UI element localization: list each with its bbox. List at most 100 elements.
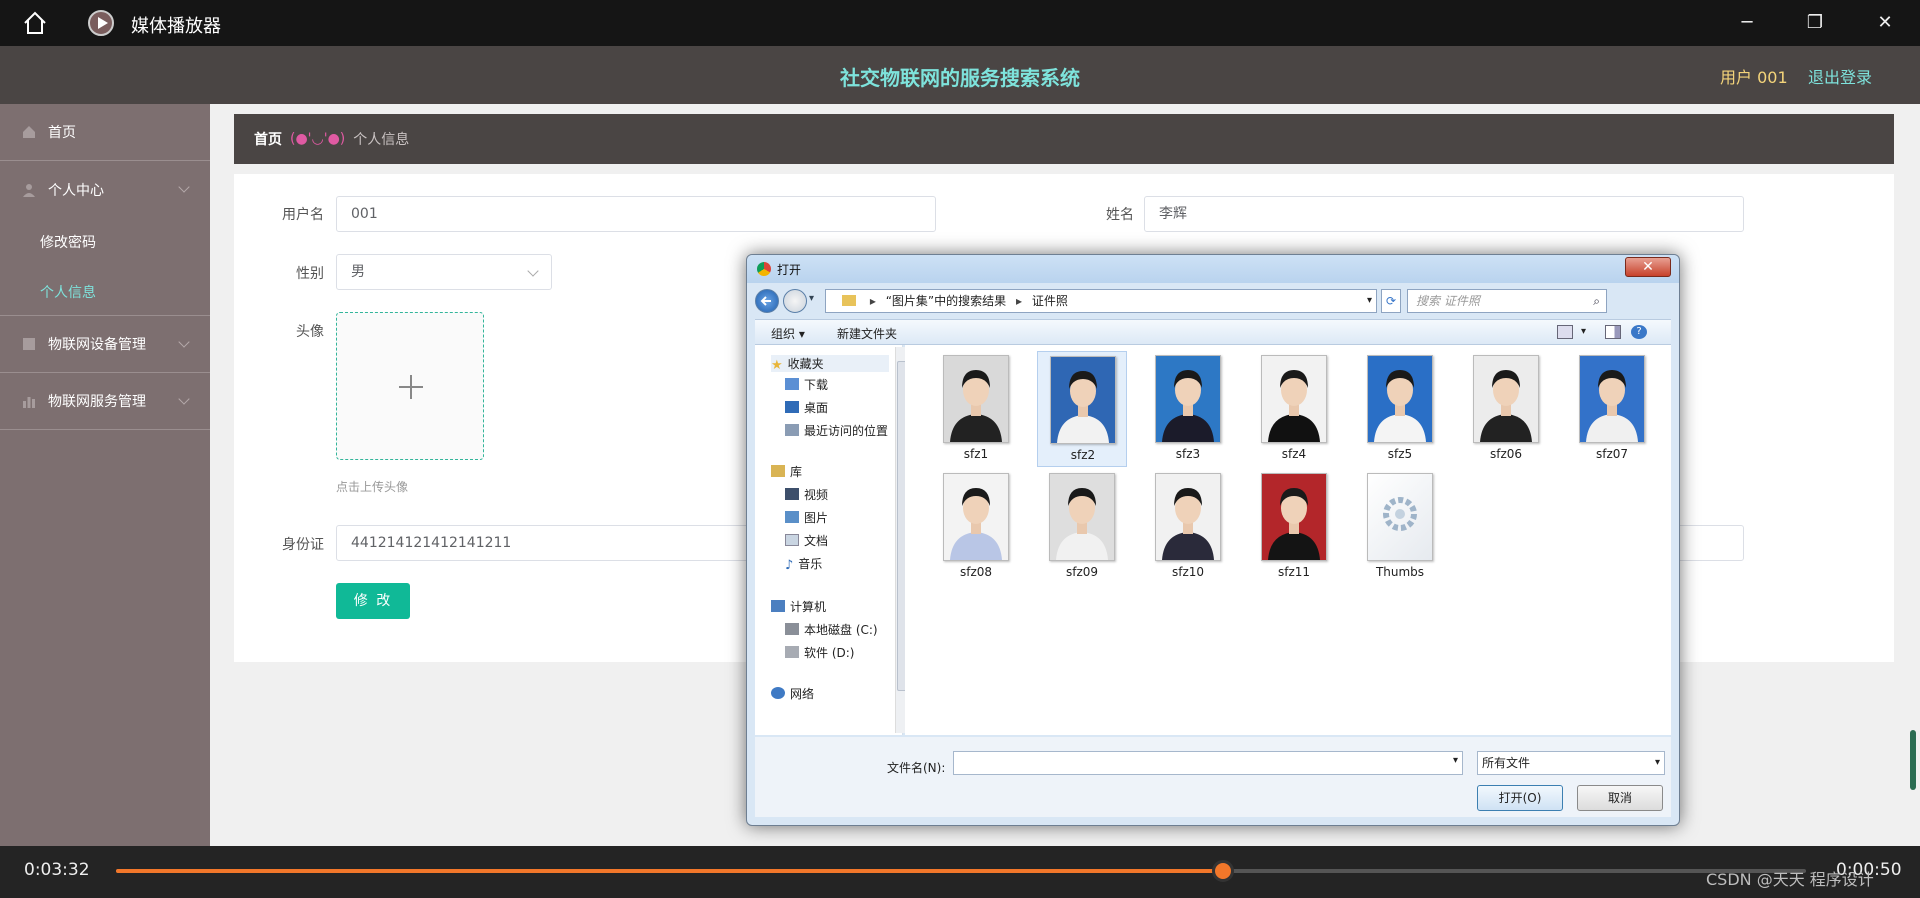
file-item[interactable]: sfz2 [1037,351,1127,467]
player-logo-icon [88,10,114,36]
sidebar-item-personal-center[interactable]: 个人中心 [0,161,210,218]
new-folder-button[interactable]: 新建文件夹 [837,325,897,342]
chevron-down-icon[interactable]: ▾ [1367,290,1372,312]
photo-thumbnail [1579,355,1645,443]
file-name: sfz10 [1171,565,1205,579]
chevron-down-icon [178,393,190,405]
nav-desktop[interactable]: 桌面 [785,399,828,416]
cancel-button[interactable]: 取消 [1577,785,1663,811]
name-input[interactable]: 李辉 [1144,196,1744,232]
username-input[interactable]: 001 [336,196,936,232]
minimize-icon[interactable]: ─ [1734,10,1760,36]
photo-thumbnail [1261,473,1327,561]
nav-videos[interactable]: 视频 [785,486,828,503]
watermark: CSDN @天天 程序设计 [1706,870,1874,889]
file-name: sfz07 [1595,447,1629,461]
sidebar-item-device-management[interactable]: 物联网设备管理 [0,316,210,373]
file-item[interactable]: sfz08 [931,469,1021,585]
back-icon[interactable] [755,289,779,313]
nav-recent[interactable]: 最近访问的位置 [785,422,888,439]
device-icon [23,338,35,350]
nav-pictures[interactable]: 图片 [785,509,828,526]
forward-icon[interactable] [783,289,807,313]
filetype-select[interactable]: 所有文件 ▾ [1477,751,1665,775]
path-segment[interactable]: 证件照 [1032,294,1068,308]
home-icon [23,126,35,138]
home-icon[interactable] [22,10,48,36]
network-icon [771,687,785,699]
sidebar: 首页 个人中心 修改密码 个人信息 物联网设备管理 物联网服务管理 [0,104,210,846]
nav-libraries[interactable]: 库 [771,463,802,480]
logout-link[interactable]: 退出登录 [1808,64,1872,88]
chevron-down-icon[interactable]: ▾ [1581,325,1597,339]
chevron-down-icon[interactable]: ▾ [1453,755,1458,766]
view-icon[interactable] [1557,325,1573,339]
nav-downloads[interactable]: 下载 [785,376,828,393]
current-user[interactable]: 用户 001 [1720,64,1788,88]
music-icon: ♪ [785,558,794,573]
help-icon[interactable]: ? [1631,325,1647,339]
nav-favorites[interactable]: ★ 收藏夹 [771,355,889,373]
sidebar-item-label: 首页 [48,125,76,141]
photo-thumbnail [1473,355,1539,443]
folder-icon [842,295,856,306]
sidebar-item-home[interactable]: 首页 [0,104,210,161]
avatar-upload[interactable] [336,312,484,460]
photo-thumbnail [1155,355,1221,443]
preview-pane-icon[interactable] [1605,325,1621,339]
file-item[interactable]: sfz1 [931,351,1021,467]
photo-thumbnail [1367,355,1433,443]
nav-drive-d[interactable]: 软件 (D:) [785,644,854,661]
open-button[interactable]: 打开(O) [1477,785,1563,811]
dialog-close-button[interactable]: ✕ [1625,257,1671,277]
document-icon [785,534,799,546]
photo-thumbnail [1050,356,1116,444]
nav-network[interactable]: 网络 [771,685,814,702]
gender-select[interactable]: 男 [336,254,552,290]
filename-input[interactable]: ▾ [953,751,1463,775]
dialog-toolbar: 组织 ▾ 新建文件夹 ▾ ? [755,319,1671,345]
file-item[interactable]: sfz06 [1461,351,1551,467]
file-item[interactable]: sfz10 [1143,469,1233,585]
breadcrumb-home[interactable]: 首页 [254,129,282,149]
close-icon[interactable]: ✕ [1872,10,1898,36]
seek-bar[interactable] [116,860,1806,882]
path-segment[interactable]: “图片集”中的搜索结果 [886,294,1006,308]
seek-progress [116,869,1223,873]
submit-button[interactable]: 修 改 [336,583,410,619]
current-time: 0:03:32 [24,860,90,880]
file-item[interactable]: sfz5 [1355,351,1445,467]
file-item[interactable]: sfz11 [1249,469,1339,585]
breadcrumb: 首页 (●'◡'●) 个人信息 [234,114,1894,164]
nav-documents[interactable]: 文档 [785,532,828,549]
address-path[interactable]: ▸ “图片集”中的搜索结果 ▸ 证件照 ▾ [825,289,1377,313]
photo-thumbnail [1049,473,1115,561]
search-placeholder: 搜索 证件照 [1416,294,1480,308]
refresh-icon[interactable]: ⟳ [1381,289,1401,313]
file-item[interactable]: sfz09 [1037,469,1127,585]
file-name: sfz2 [1070,448,1096,462]
dialog-title: 打开 [777,263,802,277]
sidebar-subitem-profile[interactable]: 个人信息 [40,282,96,302]
nav-drive-c[interactable]: 本地磁盘 (C:) [785,621,878,638]
file-open-dialog: 打开 ✕ ▾ ▸ “图片集”中的搜索结果 ▸ 证件照 ▾ ⟳ 搜索 证件照 ⌕ … [746,254,1680,826]
history-dropdown-icon[interactable]: ▾ [809,293,814,304]
page-scrollbar[interactable] [1910,730,1916,790]
restore-icon[interactable]: ❐ [1802,10,1828,36]
seek-handle[interactable] [1211,860,1234,882]
search-input[interactable]: 搜索 证件照 ⌕ [1407,289,1607,313]
file-item[interactable]: sfz07 [1567,351,1657,467]
file-item-thumbs[interactable]: Thumbs [1355,469,1445,585]
player-titlebar: 媒体播放器 ─ ❐ ✕ [0,0,1920,46]
nav-computer[interactable]: 计算机 [771,598,826,615]
sidebar-subitem-change-password[interactable]: 修改密码 [40,232,96,252]
photo-thumbnail [943,355,1009,443]
dialog-titlebar[interactable]: 打开 ✕ [747,255,1679,283]
sidebar-item-service-management[interactable]: 物联网服务管理 [0,373,210,430]
filename-label: 文件名(N): [887,761,946,775]
avatar-label: 头像 [296,324,324,340]
file-item[interactable]: sfz3 [1143,351,1233,467]
nav-music[interactable]: ♪ 音乐 [785,555,822,573]
file-item[interactable]: sfz4 [1249,351,1339,467]
organize-button[interactable]: 组织 ▾ [771,325,805,342]
